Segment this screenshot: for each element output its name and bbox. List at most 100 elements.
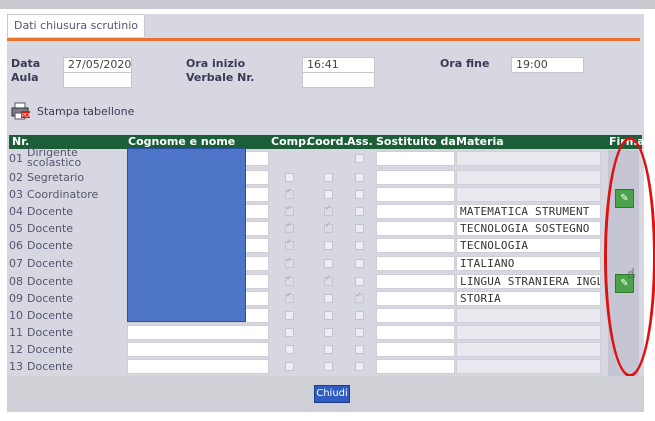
coord-checkbox[interactable] <box>324 190 333 199</box>
aula-label: Aula <box>11 71 39 84</box>
materia-field: ITALIANO <box>456 256 601 271</box>
col-nome: Cognome e nome <box>128 135 236 148</box>
materia-field: LINGUA STRANIERA INGL <box>456 274 601 289</box>
tab-dati-chiusura[interactable]: Dati chiusura scrutinio <box>7 14 145 37</box>
dialog: Dati chiusura scrutinio Data 27/05/2020 … <box>7 14 644 376</box>
stampa-tabellone-button[interactable]: PDF Stampa tabellone <box>11 101 134 121</box>
table-row: 07DocenteITALIANO <box>9 255 606 272</box>
comp-checkbox[interactable] <box>285 204 294 216</box>
nome-field[interactable] <box>127 325 269 340</box>
table-row: 09DocenteSTORIA <box>9 290 606 307</box>
ora-inizio-field[interactable]: 16:41 <box>302 57 375 73</box>
col-sost: Sostituito da <box>376 135 456 148</box>
ass-checkbox[interactable] <box>355 345 364 354</box>
row-role: Docente <box>27 309 74 322</box>
ass-checkbox[interactable] <box>355 362 364 371</box>
sostituito-field[interactable] <box>376 274 455 289</box>
sostituito-field[interactable] <box>376 221 455 236</box>
sostituito-field[interactable] <box>376 256 455 271</box>
comp-checkbox[interactable] <box>285 256 294 268</box>
comp-checkbox[interactable] <box>285 345 294 354</box>
comp-checkbox[interactable] <box>285 311 294 320</box>
row-role: Docente <box>27 205 74 218</box>
comp-checkbox[interactable] <box>285 221 294 233</box>
ass-checkbox[interactable] <box>355 190 364 199</box>
aula-field[interactable] <box>63 72 132 88</box>
materia-field: TECNOLOGIA SOSTEGNO <box>456 221 601 236</box>
sostituito-field[interactable] <box>376 170 455 185</box>
materia-field <box>456 308 601 323</box>
table-row: 11 Docente <box>9 324 606 341</box>
materia-field <box>456 187 601 202</box>
comp-checkbox[interactable] <box>285 362 294 371</box>
table-row: 06DocenteTECNOLOGIA <box>9 237 606 254</box>
coord-checkbox[interactable] <box>324 221 333 233</box>
sostituito-field[interactable] <box>376 187 455 202</box>
comp-checkbox[interactable] <box>285 187 294 199</box>
coord-checkbox[interactable] <box>324 294 333 303</box>
redaction-box <box>127 148 246 322</box>
coord-checkbox[interactable] <box>324 173 333 182</box>
table-row: 12 Docente <box>9 341 606 358</box>
ass-checkbox[interactable] <box>355 328 364 337</box>
materia-field <box>456 325 601 340</box>
nome-field[interactable] <box>127 342 269 357</box>
data-field[interactable]: 27/05/2020 <box>63 57 132 73</box>
row-role: Docente <box>27 239 74 252</box>
row-role: Docente <box>27 360 74 373</box>
comp-checkbox[interactable] <box>285 173 294 182</box>
ora-fine-field[interactable]: 19:00 <box>511 57 584 73</box>
comp-checkbox[interactable] <box>285 328 294 337</box>
sostituito-field[interactable] <box>376 238 455 253</box>
ora-fine-label: Ora fine <box>440 57 490 70</box>
ass-checkbox[interactable] <box>355 207 364 216</box>
table-row: 05DocenteTECNOLOGIA SOSTEGNO <box>9 220 606 237</box>
comp-checkbox[interactable] <box>285 274 294 286</box>
ass-checkbox[interactable] <box>355 259 364 268</box>
coord-checkbox[interactable] <box>324 362 333 371</box>
ass-checkbox[interactable] <box>355 173 364 182</box>
materia-field: TECNOLOGIA <box>456 238 601 253</box>
coord-checkbox[interactable] <box>324 274 333 286</box>
col-coord: Coord. <box>307 135 348 148</box>
sostituito-field[interactable] <box>376 291 455 306</box>
ass-checkbox[interactable] <box>355 154 364 163</box>
nome-field[interactable] <box>127 359 269 374</box>
ass-checkbox[interactable] <box>355 311 364 320</box>
coord-checkbox[interactable] <box>324 259 333 268</box>
coord-checkbox[interactable] <box>324 204 333 216</box>
coord-checkbox[interactable] <box>324 311 333 320</box>
table-row: 03 Coordinatore <box>9 186 606 203</box>
ass-checkbox[interactable] <box>355 224 364 233</box>
row-role: Docente <box>27 257 74 270</box>
comp-checkbox[interactable] <box>285 291 294 303</box>
ora-inizio-label: Ora inizio <box>186 57 246 70</box>
top-strip <box>0 0 655 9</box>
table-header: Nr. Cognome e nome Comp. Coord. Ass. Sos… <box>9 135 644 149</box>
coord-checkbox[interactable] <box>324 328 333 337</box>
sostituito-field[interactable] <box>376 204 455 219</box>
materia-field: STORIA <box>456 291 601 306</box>
hand-cursor-icon: ☝ <box>627 266 636 282</box>
coord-checkbox[interactable] <box>324 345 333 354</box>
printer-icon: PDF <box>11 102 31 120</box>
table-row: 01 Dirigente scolastico <box>9 147 606 168</box>
ass-checkbox[interactable] <box>355 277 364 286</box>
coord-checkbox[interactable] <box>324 241 333 250</box>
verbale-field[interactable] <box>302 72 375 88</box>
verbale-label: Verbale Nr. <box>186 71 255 84</box>
sostituito-field[interactable] <box>376 308 455 323</box>
row-role: Segretario <box>27 171 85 184</box>
chiudi-button[interactable]: Chiudi <box>314 385 350 403</box>
ass-checkbox[interactable] <box>355 241 364 250</box>
col-materia: Materia <box>456 135 504 148</box>
ass-checkbox[interactable] <box>355 291 364 303</box>
sostituito-field[interactable] <box>376 325 455 340</box>
comp-checkbox[interactable] <box>285 238 294 250</box>
red-annotation-ellipse <box>604 137 655 377</box>
materia-field <box>456 342 601 357</box>
materia-field <box>456 151 601 166</box>
sostituito-field[interactable] <box>376 359 455 374</box>
sostituito-field[interactable] <box>376 342 455 357</box>
sostituito-field[interactable] <box>376 151 455 166</box>
